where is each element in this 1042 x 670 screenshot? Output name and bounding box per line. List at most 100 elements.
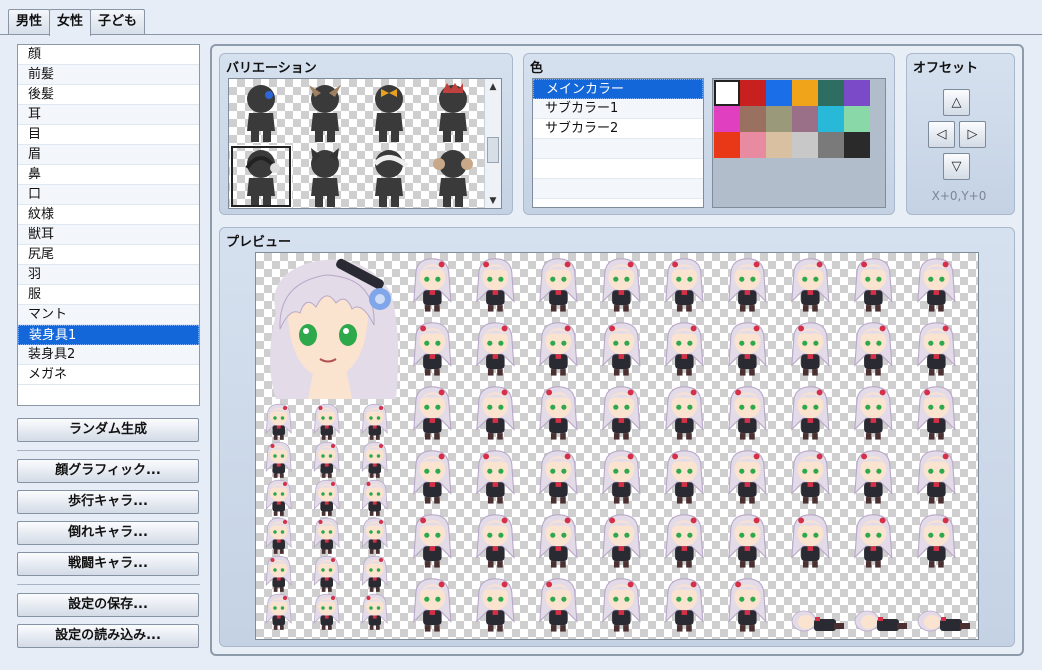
- part-item[interactable]: 服: [18, 285, 199, 305]
- preview-sprite: [313, 441, 341, 483]
- silhouette-maid-headband-icon[interactable]: [357, 144, 421, 208]
- preview-sprite: [265, 517, 293, 559]
- color-swatch[interactable]: [714, 106, 740, 132]
- color-title: 色: [530, 61, 544, 76]
- preview-sprite: [727, 577, 768, 637]
- color-swatch[interactable]: [766, 106, 792, 132]
- silhouette-bow-icon[interactable]: [357, 79, 421, 144]
- preview-sprite: [361, 555, 389, 597]
- part-item[interactable]: 装身具2: [18, 345, 199, 365]
- part-item[interactable]: 前髪: [18, 65, 199, 85]
- preview-sprite: [916, 385, 957, 445]
- color-swatch[interactable]: [818, 132, 844, 158]
- offset-left-button[interactable]: ◁: [928, 121, 955, 148]
- part-item[interactable]: 口: [18, 185, 199, 205]
- preview-sprite: [412, 321, 453, 381]
- part-item[interactable]: 目: [18, 125, 199, 145]
- variation-title: バリエーション: [226, 61, 317, 76]
- color-swatch[interactable]: [844, 132, 870, 158]
- swatch-grid: [714, 80, 870, 158]
- preview-sprite: [601, 449, 642, 509]
- face-graphic-button[interactable]: 顔グラフィック...: [17, 459, 199, 483]
- preview-sprite: [475, 577, 516, 637]
- silhouette-headphones-icon[interactable]: [229, 144, 293, 208]
- part-item[interactable]: 顔: [18, 45, 199, 65]
- color-swatch[interactable]: [792, 106, 818, 132]
- preview-sprite: [265, 479, 293, 521]
- part-item[interactable]: 装身具1: [18, 325, 199, 345]
- preview-sprite: [853, 513, 894, 573]
- preview-sprite: [361, 517, 389, 559]
- preview-sprite: [313, 403, 341, 445]
- color-swatch[interactable]: [844, 80, 870, 106]
- color-swatch[interactable]: [792, 132, 818, 158]
- part-item[interactable]: メガネ: [18, 365, 199, 385]
- color-swatch[interactable]: [714, 80, 740, 106]
- part-item[interactable]: マント: [18, 305, 199, 325]
- color-swatch[interactable]: [844, 106, 870, 132]
- color-swatch[interactable]: [714, 132, 740, 158]
- color-swatch[interactable]: [766, 80, 792, 106]
- preview-sprite: [601, 513, 642, 573]
- separator: [17, 450, 200, 451]
- color-palette: [712, 78, 886, 208]
- offset-down-button[interactable]: ▽: [943, 153, 970, 180]
- walk-character-button[interactable]: 歩行キャラ...: [17, 490, 199, 514]
- preview-sprite: [475, 321, 516, 381]
- preview-sprite: [361, 479, 389, 521]
- part-item[interactable]: 獣耳: [18, 225, 199, 245]
- part-item[interactable]: 眉: [18, 145, 199, 165]
- separator: [17, 584, 200, 585]
- part-item[interactable]: 鼻: [18, 165, 199, 185]
- color-swatch[interactable]: [740, 106, 766, 132]
- color-target-item[interactable]: メインカラー: [533, 79, 703, 99]
- tab-male[interactable]: 男性: [8, 9, 51, 35]
- color-swatch[interactable]: [792, 80, 818, 106]
- color-target-item[interactable]: サブカラー2: [533, 119, 703, 139]
- preview-sprite: [664, 321, 705, 381]
- part-item[interactable]: 尻尾: [18, 245, 199, 265]
- silhouette-rabbit-ears-icon[interactable]: [293, 79, 357, 144]
- preview-sprite: [664, 577, 705, 637]
- color-swatch[interactable]: [818, 80, 844, 106]
- offset-right-button[interactable]: ▷: [959, 121, 986, 148]
- part-item[interactable]: 耳: [18, 105, 199, 125]
- fallen-character-button[interactable]: 倒れキャラ...: [17, 521, 199, 545]
- silhouette-ram-horns-icon[interactable]: [421, 144, 485, 208]
- preview-fallen-sprite: [790, 603, 848, 639]
- preview-sprite: [475, 385, 516, 445]
- scroll-up-icon[interactable]: ▲: [485, 79, 501, 95]
- tab-child[interactable]: 子ども: [90, 9, 146, 35]
- parts-list[interactable]: 顔前髪 後髪耳目眉鼻口紋様 獣耳 尻尾羽服マント 装身具1 装身具2 メガネ: [17, 44, 200, 406]
- color-target-list[interactable]: メインカラー サブカラー1 サブカラー2: [532, 78, 704, 208]
- load-settings-button[interactable]: 設定の読み込み...: [17, 624, 199, 648]
- variation-scrollbar[interactable]: ▲ ▼: [484, 79, 501, 208]
- preview-sprite: [412, 513, 453, 573]
- random-generate-button[interactable]: ランダム生成: [17, 418, 199, 442]
- save-settings-button[interactable]: 設定の保存...: [17, 593, 199, 617]
- scroll-down-icon[interactable]: ▼: [485, 193, 501, 208]
- part-item[interactable]: 後髪: [18, 85, 199, 105]
- preview-sprite: [664, 257, 705, 317]
- preview-sprite: [538, 577, 579, 637]
- color-target-item[interactable]: サブカラー1: [533, 99, 703, 119]
- color-swatch[interactable]: [818, 106, 844, 132]
- silhouette-cat-ears-icon[interactable]: [293, 144, 357, 208]
- silhouette-tiara-icon[interactable]: [421, 79, 485, 144]
- silhouette-plain-blue-pin-icon[interactable]: [229, 79, 293, 144]
- battle-character-button[interactable]: 戦闘キャラ...: [17, 552, 199, 576]
- color-swatch[interactable]: [740, 80, 766, 106]
- part-item[interactable]: 紋様: [18, 205, 199, 225]
- offset-up-button[interactable]: △: [943, 89, 970, 116]
- part-item[interactable]: 羽: [18, 265, 199, 285]
- color-swatch[interactable]: [740, 132, 766, 158]
- preview-sprite: [790, 385, 831, 445]
- color-swatch[interactable]: [766, 132, 792, 158]
- preview-sprite: [412, 449, 453, 509]
- tab-female[interactable]: 女性: [49, 9, 92, 36]
- preview-sprite: [853, 321, 894, 381]
- scroll-thumb[interactable]: [487, 137, 499, 163]
- variation-list[interactable]: ▲ ▼: [228, 78, 502, 209]
- preview-fallen-sprite: [916, 603, 974, 639]
- preview-sprite: [361, 441, 389, 483]
